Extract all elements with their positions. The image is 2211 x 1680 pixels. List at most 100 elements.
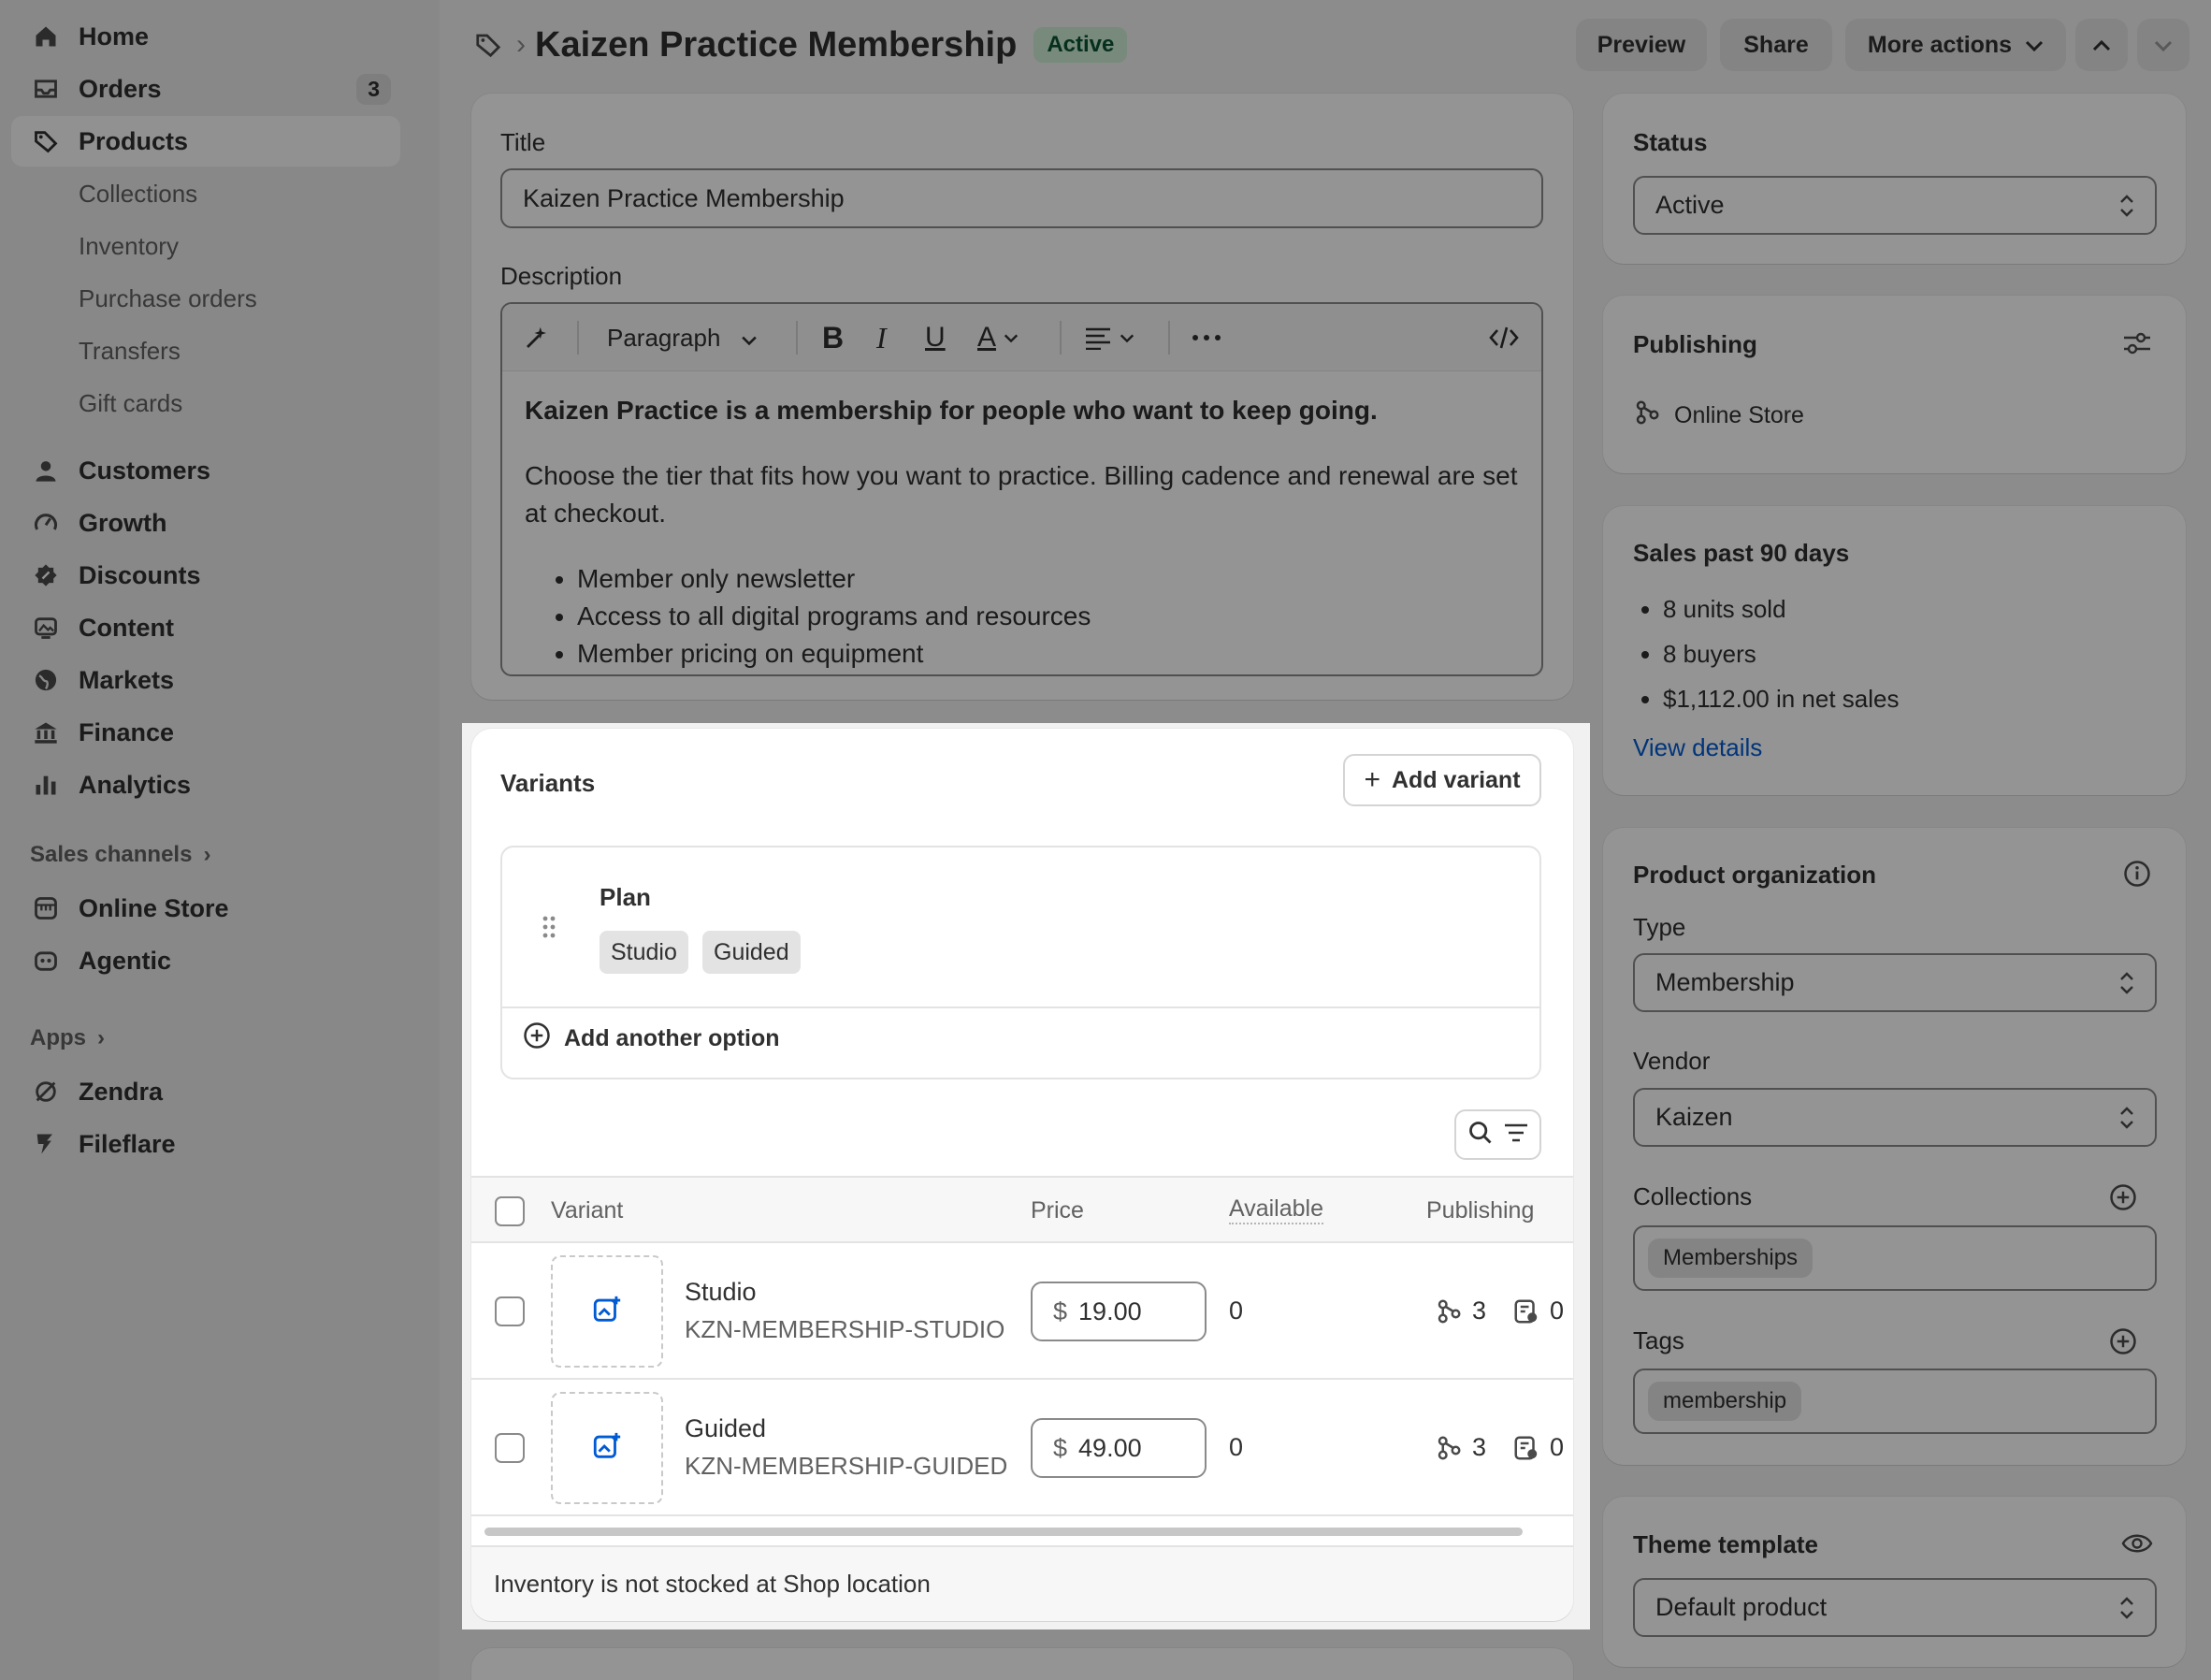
publishing-channel-label: Online Store [1674,402,1804,428]
select-chevron-icon [2120,1596,2133,1619]
title-input[interactable]: Kaizen Practice Membership [500,168,1543,228]
sidebar-item-orders[interactable]: Orders 3 [11,64,400,114]
sales-stats-list: 8 units sold 8 buyers $1,112.00 in net s… [1663,587,1899,721]
price-input[interactable]: $ 49.00 [1031,1418,1207,1478]
magic-icon[interactable] [523,304,551,371]
catalogs-count[interactable]: 0 [1512,1433,1564,1462]
option-value-chip: Guided [702,931,801,974]
add-another-option-button[interactable]: Add another option [523,1021,780,1056]
channels-count: 3 [1472,1296,1487,1325]
sidebar-sub-transfers[interactable]: Transfers [79,330,181,371]
inbox-icon [32,75,60,103]
fileflare-icon [32,1130,60,1158]
previous-product-button[interactable] [2075,19,2128,71]
list-item: Member only newsletter [577,560,1519,598]
eye-icon[interactable] [2121,1530,2153,1561]
column-header-variant: Variant [551,1197,624,1224]
chevron-down-icon [741,324,758,353]
more-actions-button[interactable]: More actions [1845,19,2066,71]
sidebar-item-label: Online Store [79,893,229,922]
horizontal-scrollbar[interactable] [484,1528,1523,1536]
sidebar-item-markets[interactable]: Markets [11,655,400,705]
underline-icon[interactable]: U [925,304,946,371]
channels-icon [1438,1436,1461,1459]
paragraph-style-dropdown[interactable]: Paragraph [607,304,758,371]
add-image-placeholder[interactable] [551,1392,663,1504]
sidebar-sub-collections[interactable]: Collections [79,173,197,214]
code-view-icon[interactable] [1489,304,1519,371]
publishing-settings-icon[interactable] [2121,329,2153,362]
tag-icon[interactable] [471,28,505,62]
orders-count-badge: 3 [356,74,391,105]
sidebar-sub-inventory[interactable]: Inventory [79,225,179,267]
sidebar-item-label: Orders [79,74,162,103]
row-checkbox[interactable] [495,1296,525,1326]
align-icon[interactable] [1084,304,1134,371]
sidebar-item-customers[interactable]: Customers [11,445,400,496]
sidebar-item-label: Agentic [79,946,172,975]
info-icon[interactable] [2123,860,2151,892]
italic-icon[interactable]: I [876,304,887,371]
text-color-icon[interactable]: A [977,304,1019,371]
collection-chip[interactable]: Memberships [1648,1238,1814,1278]
publishing-card [1603,296,2186,473]
sidebar-item-online-store[interactable]: Online Store [11,883,400,934]
next-card-partial [471,1648,1573,1680]
share-button[interactable]: Share [1720,19,1832,71]
select-chevron-icon [2120,194,2133,217]
status-select[interactable]: Active [1633,176,2157,235]
title-input-value: Kaizen Practice Membership [523,183,845,212]
sidebar-item-fileflare[interactable]: Fileflare [11,1119,400,1169]
tag-chip[interactable]: membership [1648,1382,1802,1421]
row-checkbox[interactable] [495,1433,525,1463]
theme-template-select[interactable]: Default product [1633,1578,2157,1637]
search-filter-button[interactable] [1454,1109,1541,1160]
add-tag-icon[interactable] [2109,1327,2137,1360]
sidebar-sub-gift-cards[interactable]: Gift cards [79,383,182,424]
sidebar-item-agentic[interactable]: Agentic [11,935,400,986]
add-collection-icon[interactable] [2109,1183,2137,1216]
catalogs-count-value: 0 [1550,1433,1565,1461]
sidebar-item-discounts[interactable]: Discounts [11,550,400,601]
view-details-link[interactable]: View details [1633,733,1762,762]
table-row[interactable]: Studio KZN-MEMBERSHIP-STUDIO $ 19.00 0 3… [471,1243,1573,1380]
table-row[interactable]: Guided KZN-MEMBERSHIP-GUIDED $ 49.00 0 3… [471,1380,1573,1516]
gauge-icon [32,509,60,537]
sales-channels-count[interactable]: 3 [1435,1433,1486,1462]
editor-toolbar: Paragraph B I U A [502,304,1541,371]
description-editor[interactable]: Paragraph B I U A Kaizen Practice is a m… [500,302,1543,676]
add-image-placeholder[interactable] [551,1255,663,1368]
select-all-checkbox[interactable] [495,1196,525,1226]
sidebar-item-label: Markets [79,665,175,694]
price-input[interactable]: $ 19.00 [1031,1282,1207,1341]
editor-content[interactable]: Kaizen Practice is a membership for peop… [502,371,1541,674]
vendor-select[interactable]: Kaizen [1633,1088,2157,1147]
option-value-chip: Studio [600,931,688,974]
sidebar-item-home[interactable]: Home [11,11,400,62]
tags-label: Tags [1633,1326,1684,1354]
variants-heading: Variants [500,769,596,797]
sidebar-item-products[interactable]: Products [11,116,400,167]
sales-channels-count[interactable]: 3 [1435,1296,1486,1325]
sidebar-sub-purchase-orders[interactable]: Purchase orders [79,278,257,319]
preview-button[interactable]: Preview [1576,19,1707,71]
bold-icon[interactable]: B [822,304,844,371]
sales-channels-header[interactable]: Sales channels › [30,842,210,868]
apps-header[interactable]: Apps › [30,1025,105,1051]
add-variant-button[interactable]: + Add variant [1343,754,1541,806]
chevron-right-icon: › [97,1025,105,1050]
column-header-available: Available [1229,1195,1324,1224]
sidebar-item-zendra[interactable]: Zendra [11,1066,400,1117]
sidebar-item-analytics[interactable]: Analytics [11,760,400,810]
sidebar-item-content[interactable]: Content [11,602,400,653]
sidebar-item-finance[interactable]: Finance [11,707,400,758]
sidebar-item-growth[interactable]: Growth [11,498,400,548]
drag-handle-icon[interactable] [542,915,556,944]
next-product-button[interactable] [2137,19,2189,71]
status-badge: Active [1033,27,1128,63]
option-row-plan[interactable] [502,847,1539,1008]
catalogs-count[interactable]: 0 [1512,1296,1564,1325]
image-icon [32,614,60,642]
more-formatting-icon[interactable] [1192,304,1221,371]
type-select[interactable]: Membership [1633,953,2157,1012]
